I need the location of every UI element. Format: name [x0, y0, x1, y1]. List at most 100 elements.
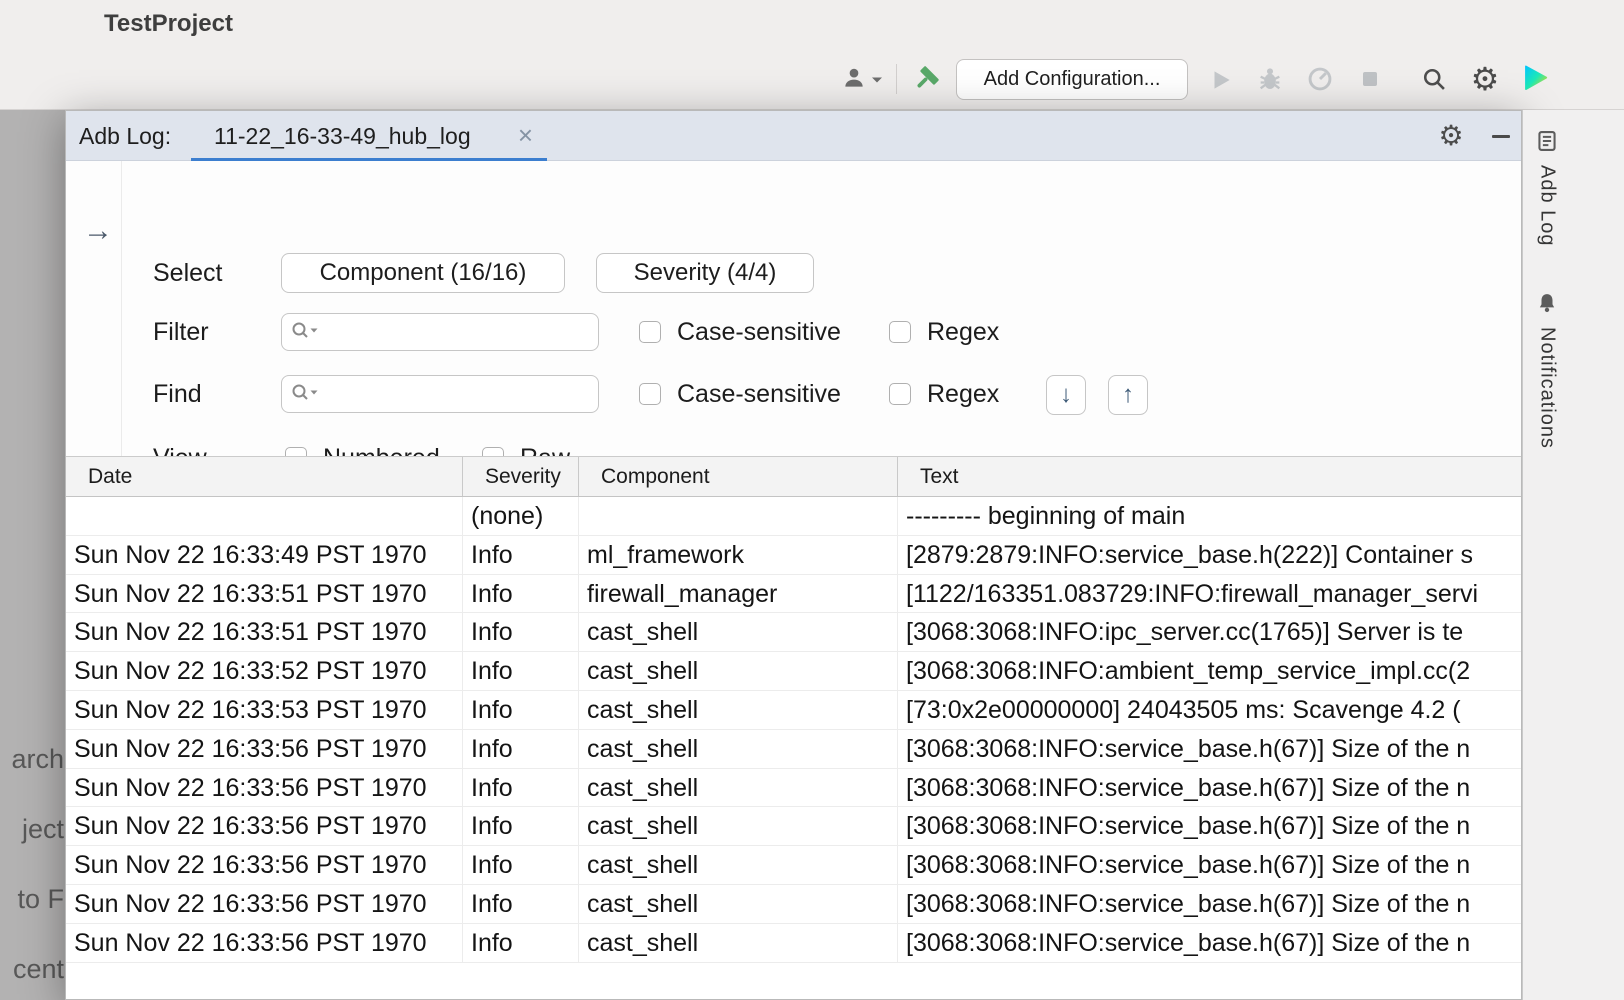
table-row[interactable]: Sun Nov 22 16:33:51 PST 1970Infocast_she… — [66, 613, 1521, 652]
table-row[interactable]: Sun Nov 22 16:33:56 PST 1970Infocast_she… — [66, 846, 1521, 885]
close-icon[interactable]: × — [518, 111, 533, 161]
cell-date: Sun Nov 22 16:33:56 PST 1970 — [66, 885, 463, 924]
hide-panel-button[interactable]: → — [80, 213, 116, 249]
search-with-history-icon — [290, 381, 320, 408]
panel-settings-button[interactable]: ⚙ — [1434, 111, 1468, 161]
build-button[interactable] — [908, 62, 944, 98]
cell-text: [3068:3068:INFO:service_base.h(67)] Size… — [898, 885, 1521, 924]
cell-component: firewall_manager — [579, 575, 898, 614]
filter-case-sensitive-label[interactable]: Case-sensitive — [677, 313, 841, 351]
cell-component: cast_shell — [579, 885, 898, 924]
find-input[interactable] — [320, 376, 598, 412]
arrow-down-icon: ↓ — [1060, 381, 1072, 408]
find-case-sensitive-checkbox[interactable] — [639, 383, 661, 405]
table-row[interactable]: Sun Nov 22 16:33:53 PST 1970Infocast_she… — [66, 691, 1521, 730]
cell-date: Sun Nov 22 16:33:51 PST 1970 — [66, 575, 463, 614]
settings-button[interactable]: ⚙ — [1468, 60, 1502, 98]
find-regex-checkbox[interactable] — [889, 383, 911, 405]
cell-component: cast_shell — [579, 769, 898, 808]
cell-date: Sun Nov 22 16:33:53 PST 1970 — [66, 691, 463, 730]
cell-text: [3068:3068:INFO:service_base.h(67)] Size… — [898, 924, 1521, 963]
cell-date: Sun Nov 22 16:33:56 PST 1970 — [66, 807, 463, 846]
debug-button[interactable] — [1254, 64, 1286, 96]
hammer-icon — [911, 64, 941, 97]
column-header-text[interactable]: Text — [898, 457, 1521, 496]
table-row[interactable]: Sun Nov 22 16:33:56 PST 1970Infocast_she… — [66, 769, 1521, 808]
component-filter-button[interactable]: Component (16/16) — [281, 253, 565, 293]
find-case-sensitive-label[interactable]: Case-sensitive — [677, 375, 841, 413]
minimize-icon — [1492, 135, 1510, 138]
filter-case-sensitive-checkbox[interactable] — [639, 321, 661, 343]
cell-severity: Info — [463, 924, 579, 963]
cell-component: cast_shell — [579, 846, 898, 885]
add-configuration-button[interactable]: Add Configuration... — [956, 59, 1188, 100]
severity-filter-button[interactable]: Severity (4/4) — [596, 253, 814, 293]
cell-text: [3068:3068:INFO:service_base.h(67)] Size… — [898, 807, 1521, 846]
gear-icon: ⚙ — [1438, 120, 1463, 151]
filter-regex-checkbox[interactable] — [889, 321, 911, 343]
cell-component: cast_shell — [579, 730, 898, 769]
profiler-button[interactable] — [1304, 64, 1336, 96]
cell-severity: (none) — [463, 497, 579, 536]
stripe-label-notifications: Notifications — [1536, 327, 1559, 449]
cell-text: [73:0x2e00000000] 24043505 ms: Scavenge … — [898, 691, 1521, 730]
log-tab-label: 11-22_16-33-49_hub_log — [214, 111, 471, 161]
stop-button[interactable] — [1356, 66, 1384, 94]
table-row[interactable]: Sun Nov 22 16:33:56 PST 1970Infocast_she… — [66, 885, 1521, 924]
cell-text: [3068:3068:INFO:ambient_temp_service_imp… — [898, 652, 1521, 691]
column-header-severity[interactable]: Severity — [463, 457, 579, 496]
cell-severity: Info — [463, 807, 579, 846]
minimize-button[interactable] — [1486, 111, 1516, 161]
column-header-date[interactable]: Date — [66, 457, 463, 496]
filter-field — [281, 313, 599, 351]
cell-date: Sun Nov 22 16:33:49 PST 1970 — [66, 536, 463, 575]
find-label: Find — [153, 375, 202, 413]
table-row[interactable]: Sun Nov 22 16:33:49 PST 1970Infoml_frame… — [66, 536, 1521, 575]
gear-icon: ⚙ — [1471, 60, 1500, 98]
user-button[interactable] — [836, 62, 888, 96]
stop-icon — [1358, 67, 1382, 94]
cell-text: [3068:3068:INFO:ipc_server.cc(1765)] Ser… — [898, 613, 1521, 652]
cell-component: cast_shell — [579, 807, 898, 846]
debug-icon — [1256, 65, 1284, 96]
stripe-label-adb-log: Adb Log — [1536, 165, 1559, 247]
user-icon — [841, 65, 867, 94]
background-text-fragment: arch — [0, 744, 64, 775]
cell-date: Sun Nov 22 16:33:56 PST 1970 — [66, 769, 463, 808]
find-previous-button[interactable]: ↑ — [1108, 375, 1148, 415]
filter-label: Filter — [153, 313, 209, 351]
controls-divider — [121, 161, 122, 506]
background-text-fragment: ject — [0, 814, 64, 845]
filter-input[interactable] — [320, 314, 598, 350]
find-regex-label[interactable]: Regex — [927, 375, 999, 413]
arrow-right-icon: → — [83, 214, 113, 247]
table-row[interactable]: Sun Nov 22 16:33:56 PST 1970Infocast_she… — [66, 730, 1521, 769]
filter-regex-label[interactable]: Regex — [927, 313, 999, 351]
log-table-header: Date Severity Component Text — [66, 456, 1521, 497]
toolbar-divider — [896, 64, 897, 94]
search-everywhere-button[interactable] — [1418, 64, 1450, 96]
tool-window-stripe: Adb Log Notifications — [1522, 110, 1624, 1000]
cell-text: --------- beginning of main — [898, 497, 1521, 536]
cell-date: Sun Nov 22 16:33:56 PST 1970 — [66, 924, 463, 963]
run-button[interactable] — [1206, 66, 1236, 96]
stripe-button-adb-log[interactable]: Adb Log — [1527, 130, 1567, 247]
background-text-fragment: cent — [0, 954, 64, 985]
ide-logo-button[interactable] — [1516, 60, 1554, 98]
cell-component: cast_shell — [579, 924, 898, 963]
background-text-fragment: to F — [0, 884, 64, 915]
cell-component: cast_shell — [579, 652, 898, 691]
table-row[interactable]: (none) --------- beginning of main — [66, 497, 1521, 536]
table-row[interactable]: Sun Nov 22 16:33:56 PST 1970Infocast_she… — [66, 924, 1521, 963]
table-row[interactable]: Sun Nov 22 16:33:56 PST 1970Infocast_she… — [66, 807, 1521, 846]
table-row[interactable]: Sun Nov 22 16:33:52 PST 1970Infocast_she… — [66, 652, 1521, 691]
table-row[interactable]: Sun Nov 22 16:33:51 PST 1970Infofirewall… — [66, 575, 1521, 614]
cell-severity: Info — [463, 652, 579, 691]
cell-component: ml_framework — [579, 536, 898, 575]
log-tab[interactable]: 11-22_16-33-49_hub_log × — [191, 111, 547, 161]
stripe-button-notifications[interactable]: Notifications — [1527, 292, 1567, 449]
bell-icon — [1536, 292, 1558, 317]
column-header-component[interactable]: Component — [579, 457, 898, 496]
cell-component: cast_shell — [579, 691, 898, 730]
find-next-button[interactable]: ↓ — [1046, 375, 1086, 415]
